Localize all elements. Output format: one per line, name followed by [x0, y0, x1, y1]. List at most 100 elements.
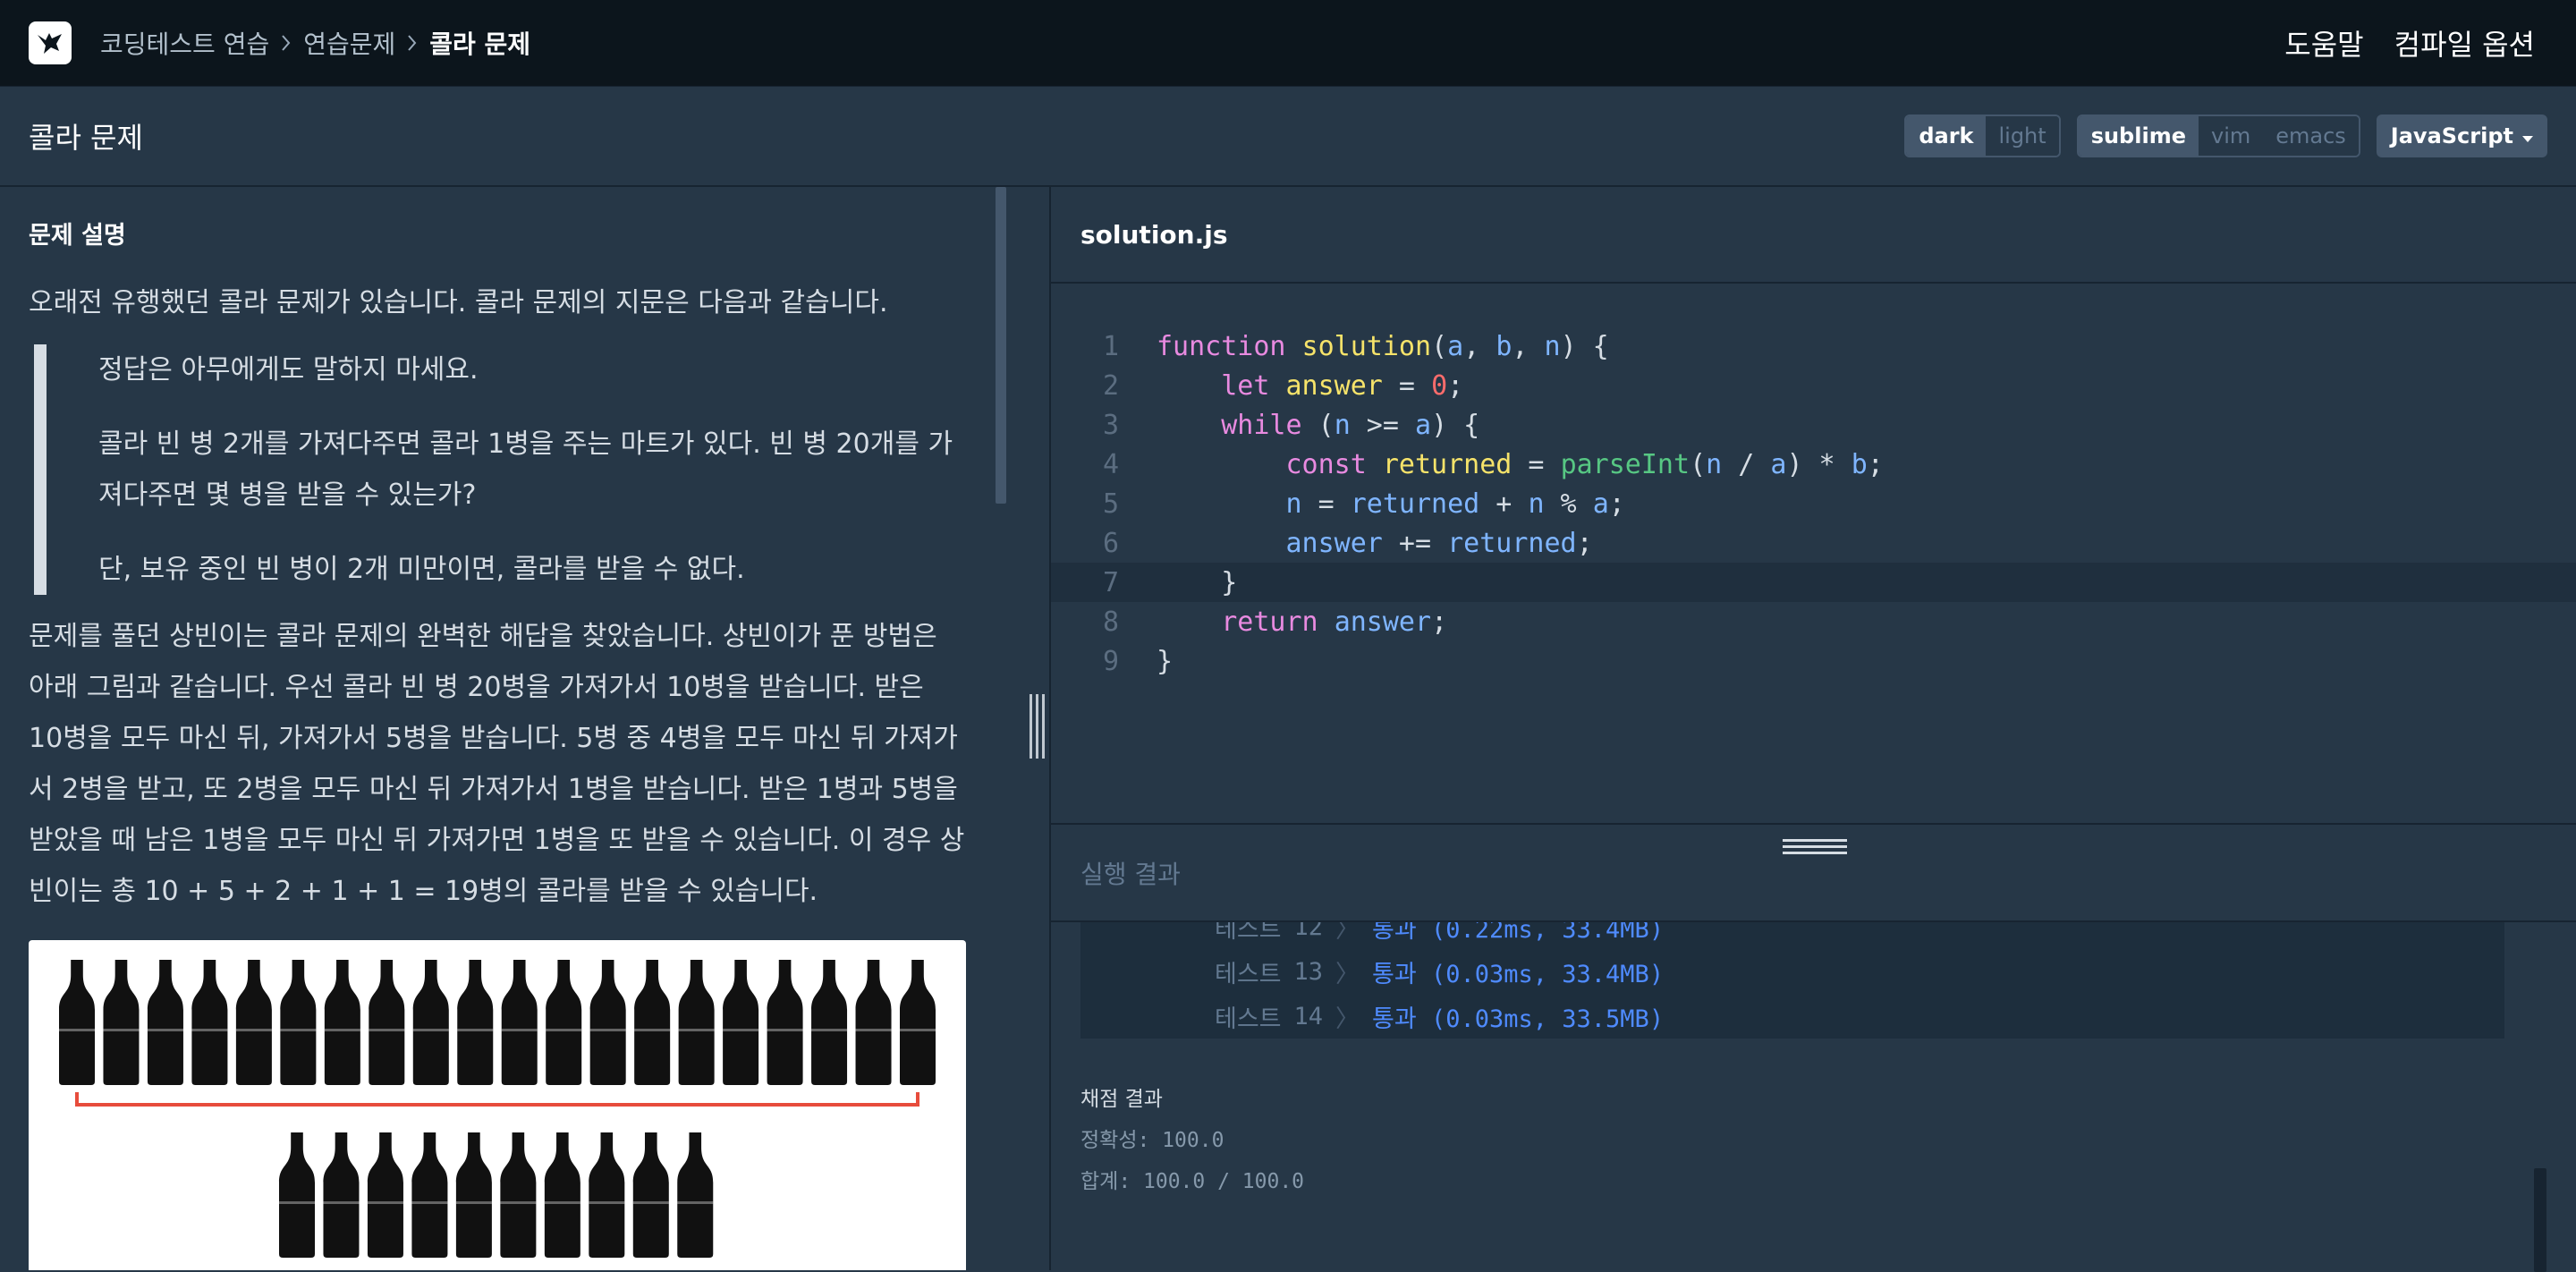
line-number: 3 [1102, 409, 1119, 441]
chevron-right-icon: 〉 [1335, 922, 1360, 944]
theme-light-option[interactable]: light [1986, 116, 2059, 156]
code-line[interactable]: 5 n = returned + n % a; [1051, 484, 2576, 523]
result-scrollbar[interactable] [2534, 1168, 2546, 1272]
help-link[interactable]: 도움말 [2284, 22, 2363, 64]
code-text: return answer; [1221, 606, 1448, 638]
result-label: 실행 결과 [1080, 860, 1181, 889]
test-label: 테스트 [1215, 961, 1282, 988]
breadcrumb-practice[interactable]: 연습문제 [303, 25, 395, 61]
description-scrollbar[interactable] [996, 187, 1006, 504]
problem-description-panel: 문제 설명 오래전 유행했던 콜라 문제가 있습니다. 콜라 문제의 지문은 다… [0, 187, 997, 1270]
test-label: 테스트 [1215, 1005, 1282, 1033]
breadcrumb-current-problem: 콜라 문제 [429, 30, 531, 59]
keymap-emacs-option[interactable]: emacs [2263, 116, 2359, 156]
line-number: 6 [1102, 527, 1119, 559]
code-line[interactable]: 2 let answer = 0; [1051, 366, 2576, 405]
problem-intro: 오래전 유행했던 콜라 문제가 있습니다. 콜라 문제의 지문은 다음과 같습니… [29, 287, 888, 318]
code-text: n = returned + n % a; [1285, 488, 1625, 520]
code-text: while (n >= a) { [1221, 409, 1480, 441]
cola-bottle-icon [455, 1132, 492, 1258]
code-editor[interactable]: 1 function solution(a, b, n) { 2 let ans… [1051, 284, 2576, 820]
compile-options-link[interactable]: 컴파일 옵션 [2394, 22, 2535, 64]
cola-bottle-icon [280, 960, 317, 1085]
accuracy-score: 정확성: 100.0 [1080, 1129, 1224, 1152]
cola-bottle-icon [723, 960, 759, 1085]
keymap-toggle: sublime vim emacs [2076, 114, 2360, 157]
quote-line: 단, 보유 중인 빈 병이 2개 미만이면, 콜라를 받을 수 없다. [98, 554, 745, 585]
test-row: 테스트 12 〉 통과 (0.22ms, 33.4MB) [1215, 922, 1664, 945]
test-row: 테스트 14 〉 통과 (0.03ms, 33.5MB) [1215, 999, 1664, 1034]
breadcrumb-coding-test[interactable]: 코딩테스트 연습 [100, 25, 269, 61]
problem-quote: 정답은 아무에게도 말하지 마세요. 콜라 빈 병 2개를 가져다주면 콜라 1… [34, 344, 966, 595]
test-number: 14 [1293, 1003, 1324, 1030]
language-select[interactable]: JavaScript [2376, 114, 2547, 157]
code-line[interactable]: 8 return answer; [1051, 602, 2576, 641]
line-number: 5 [1102, 488, 1119, 520]
test-results-list: 테스트 12 〉 통과 (0.22ms, 33.4MB) 테스트 13 〉 통과… [1080, 922, 2504, 1039]
result-header: 실행 결과 [1051, 823, 2576, 929]
cola-bottle-icon [501, 960, 538, 1085]
cola-bottle-icon [678, 960, 715, 1085]
resize-handle-vertical[interactable] [1029, 694, 1045, 759]
bracket-line [75, 1092, 919, 1107]
line-number: 7 [1102, 566, 1119, 598]
programmers-logo-icon[interactable] [29, 21, 72, 64]
score-title: 채점 결과 [1080, 1088, 1163, 1111]
code-text: } [1157, 645, 1174, 677]
code-line[interactable]: 9 } [1051, 641, 2576, 681]
cola-bottle-icon [546, 960, 582, 1085]
keymap-vim-option[interactable]: vim [2198, 116, 2264, 156]
cola-bottle-icon [767, 960, 803, 1085]
code-line[interactable]: 4 const returned = parseInt(n / a) * b; [1051, 445, 2576, 484]
cola-bottle-icon [589, 1132, 625, 1258]
total-score: 합계: 100.0 / 100.0 [1080, 1170, 1305, 1193]
cola-bottle-icon [500, 1132, 537, 1258]
cola-bottle-icon [900, 960, 936, 1085]
test-label: 테스트 [1215, 922, 1282, 944]
problem-body: 문제를 풀던 상빈이는 콜라 문제의 완벽한 해답을 찾았습니다. 상빈이가 푼… [29, 621, 965, 907]
cola-bottle-icon [279, 1132, 315, 1258]
theme-dark-option[interactable]: dark [1906, 116, 1987, 156]
chevron-right-icon [280, 33, 292, 53]
code-line[interactable]: 6 answer += returned; [1051, 523, 2576, 563]
test-number: 13 [1293, 958, 1324, 986]
chevron-right-icon [406, 33, 419, 53]
test-result: 통과 (0.03ms, 33.4MB) [1372, 961, 1665, 988]
cola-bottle-icon [811, 960, 848, 1085]
cola-bottle-icon [147, 960, 183, 1085]
cola-bottle-icon [367, 1132, 403, 1258]
result-output: 테스트 12 〉 통과 (0.22ms, 33.4MB) 테스트 13 〉 통과… [1051, 920, 2576, 1272]
language-select-value: JavaScript [2390, 123, 2513, 148]
cola-bottle-icon [411, 1132, 448, 1258]
page-title: 콜라 문제 [29, 121, 143, 155]
test-number: 12 [1293, 922, 1324, 941]
keymap-sublime-option[interactable]: sublime [2078, 116, 2199, 156]
cola-bottles-figure [29, 940, 966, 1270]
file-tab: solution.js [1051, 187, 2576, 284]
code-panel: solution.js 1 function solution(a, b, n)… [1051, 187, 2576, 1272]
breadcrumb: 코딩테스트 연습 연습문제 콜라 문제 [100, 25, 530, 61]
code-text: const returned = parseInt(n / a) * b; [1285, 448, 1884, 480]
cola-bottles-illustration [59, 960, 936, 1258]
code-line[interactable]: 1 function solution(a, b, n) { [1051, 326, 2576, 366]
cola-bottle-icon [324, 960, 360, 1085]
test-result: 통과 (0.03ms, 33.5MB) [1372, 1005, 1665, 1033]
test-result: 통과 (0.22ms, 33.4MB) [1372, 922, 1665, 944]
quote-line: 정답은 아무에게도 말하지 마세요. [98, 354, 479, 386]
code-text: answer += returned; [1285, 527, 1593, 559]
resize-handle-horizontal[interactable] [1783, 839, 1847, 858]
cola-bottle-icon [191, 960, 228, 1085]
code-line[interactable]: 3 while (n >= a) { [1051, 405, 2576, 445]
code-text: } [1157, 566, 1238, 598]
code-text: function solution(a, b, n) { [1157, 330, 1609, 362]
cola-bottle-icon [589, 960, 626, 1085]
cola-bottle-icon [412, 960, 449, 1085]
line-number: 9 [1102, 645, 1119, 677]
top-navigation-bar: 코딩테스트 연습 연습문제 콜라 문제 도움말 컴파일 옵션 [0, 0, 2576, 87]
caret-down-icon [2522, 123, 2533, 148]
cola-bottle-icon [103, 960, 140, 1085]
cola-bottle-icon [59, 960, 95, 1085]
cola-bottle-icon [632, 1132, 669, 1258]
code-line-current[interactable]: 7 } [1051, 563, 2576, 602]
theme-toggle: dark light [1904, 114, 2061, 157]
